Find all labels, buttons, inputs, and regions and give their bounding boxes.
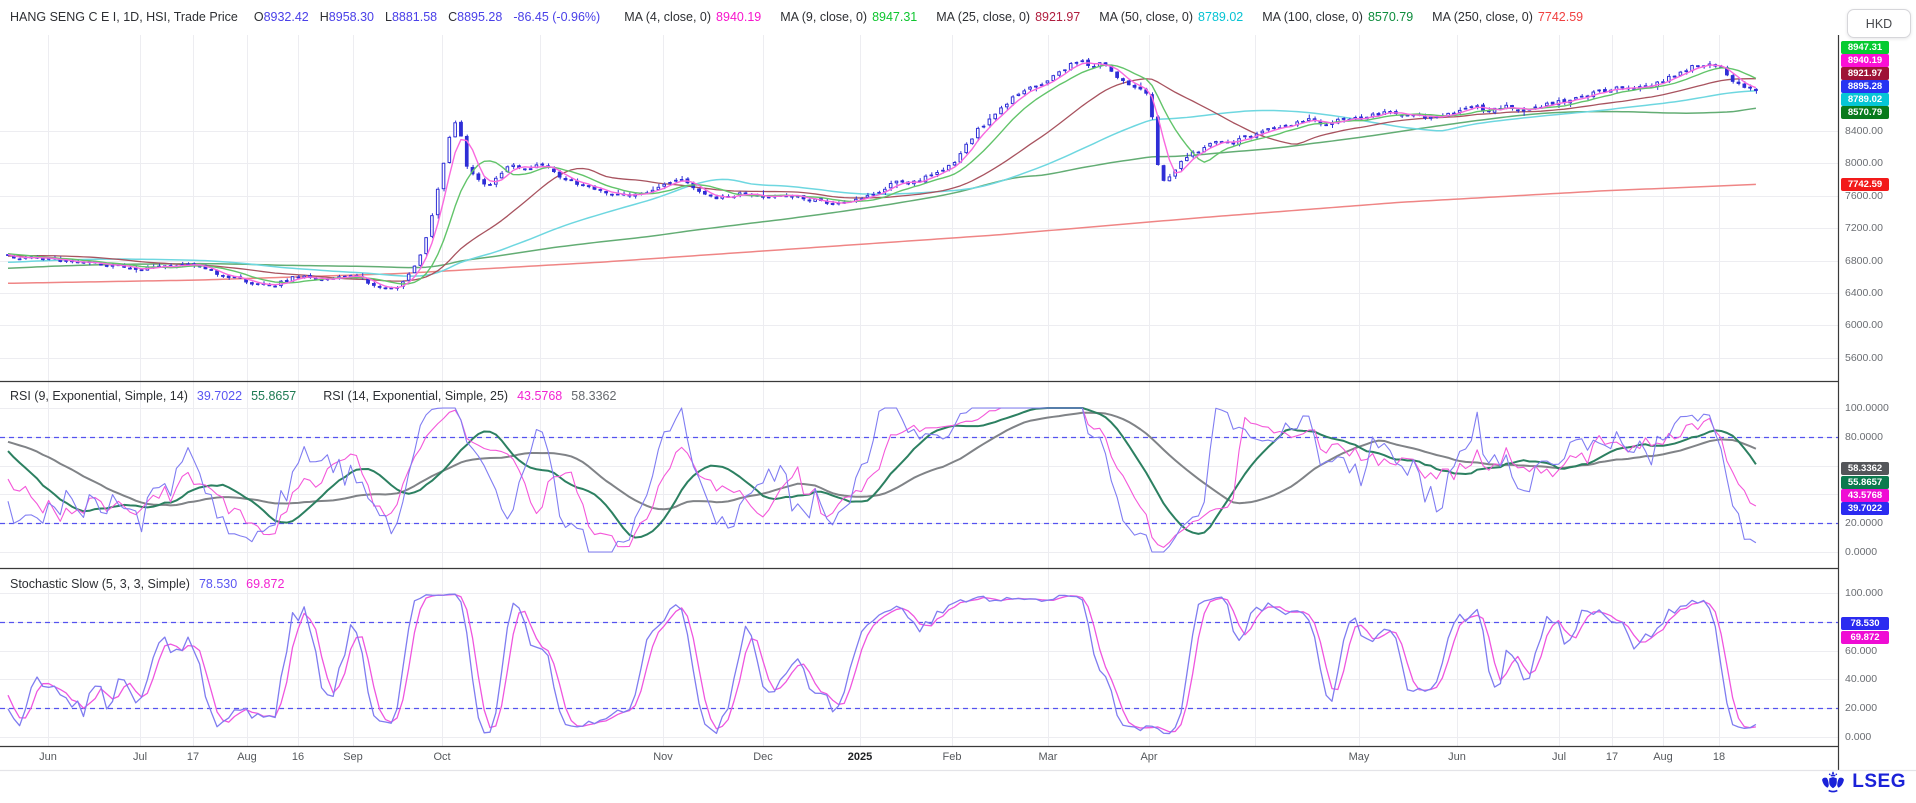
rsi-axis-label: 100.0000 <box>1845 402 1889 414</box>
rsi-axis-label: 20.0000 <box>1845 517 1883 529</box>
rsi-badge: 58.3362 <box>1841 462 1889 475</box>
price-badge: 7742.59 <box>1841 178 1889 191</box>
stochastic-legend[interactable]: Stochastic Slow (5, 3, 3, Simple) 78.530… <box>10 577 293 591</box>
x-axis-label: 18 <box>1713 751 1725 763</box>
price-badge: 8789.02 <box>1841 93 1889 106</box>
stochastic-axis-label: 60.000 <box>1845 645 1877 657</box>
price-axis-label: 5600.00 <box>1845 352 1883 364</box>
x-axis-label: Jun <box>39 751 57 763</box>
rsi9-ma-value: 55.8657 <box>251 389 296 403</box>
chart-application: HANG SENG C E I, 1D, HSI, Trade Price O8… <box>0 0 1916 803</box>
rsi14-ma-value: 58.3362 <box>571 389 616 403</box>
quote-open: O8932.42 <box>254 10 309 24</box>
rsi-legend[interactable]: RSI (9, Exponential, Simple, 14) 39.7022… <box>10 389 625 403</box>
x-axis-label: Nov <box>653 751 673 763</box>
price-axis-label: 7200.00 <box>1845 222 1883 234</box>
price-axis-label: 6000.00 <box>1845 319 1883 331</box>
main-chart-legend[interactable]: HANG SENG C E I, 1D, HSI, Trade Price O8… <box>10 10 1602 24</box>
rsi-badge: 43.5768 <box>1841 489 1889 502</box>
x-axis-label: 16 <box>292 751 304 763</box>
x-axis-label: May <box>1349 751 1370 763</box>
stoch-k-value: 78.530 <box>199 577 237 591</box>
ma-legend-250[interactable]: MA (250, close, 0)7742.59 <box>1432 10 1583 24</box>
rsi-badge: 39.7022 <box>1841 502 1889 515</box>
lseg-logo-text: LSEG <box>1852 771 1906 793</box>
rsi14-value: 43.5768 <box>517 389 562 403</box>
instrument-title: HANG SENG C E I, 1D, HSI, Trade Price <box>10 10 238 24</box>
x-axis-label: Sep <box>343 751 363 763</box>
stoch-label: Stochastic Slow (5, 3, 3, Simple) <box>10 577 190 591</box>
ma-legend-4[interactable]: MA (4, close, 0)8940.19 <box>624 10 761 24</box>
stochastic-axis-label: 0.000 <box>1845 731 1871 743</box>
x-axis-label: 17 <box>187 751 199 763</box>
stochastic-badge: 69.872 <box>1841 631 1889 644</box>
stochastic-axis-label: 40.000 <box>1845 673 1877 685</box>
price-axis-label: 6400.00 <box>1845 287 1883 299</box>
rsi-axis-label: 0.0000 <box>1845 546 1877 558</box>
price-badge: 8940.19 <box>1841 54 1889 67</box>
quote-low: L8881.58 <box>385 10 437 24</box>
rsi-axis-label: 80.0000 <box>1845 431 1883 443</box>
price-axis-label: 6800.00 <box>1845 255 1883 267</box>
price-badge: 8895.28 <box>1841 80 1889 93</box>
stochastic-axis-label: 20.000 <box>1845 702 1877 714</box>
x-axis-label: Oct <box>433 751 450 763</box>
price-axis-label: 8400.00 <box>1845 125 1883 137</box>
price-badge: 8921.97 <box>1841 67 1889 80</box>
ma-legend-100[interactable]: MA (100, close, 0)8570.79 <box>1262 10 1413 24</box>
stoch-d-value: 69.872 <box>246 577 284 591</box>
x-axis-label: Jul <box>1552 751 1566 763</box>
rsi14-label: RSI (14, Exponential, Simple, 25) <box>323 389 508 403</box>
x-axis-label: Jul <box>133 751 147 763</box>
currency-button[interactable]: HKD <box>1847 9 1911 38</box>
stochastic-badge: 78.530 <box>1841 617 1889 630</box>
price-axis-label: 7600.00 <box>1845 190 1883 202</box>
ma-legend-9[interactable]: MA (9, close, 0)8947.31 <box>780 10 917 24</box>
lseg-logo: LSEG <box>1820 769 1906 795</box>
rsi9-value: 39.7022 <box>197 389 242 403</box>
ma-legend-25[interactable]: MA (25, close, 0)8921.97 <box>936 10 1080 24</box>
x-axis-label: Feb <box>943 751 962 763</box>
rsi-badge: 55.8657 <box>1841 476 1889 489</box>
stochastic-axis-label: 100.000 <box>1845 587 1883 599</box>
x-axis-label: 2025 <box>848 751 872 763</box>
quote-change: -86.45 (-0.96%) <box>513 10 600 24</box>
ma-legend-50[interactable]: MA (50, close, 0)8789.02 <box>1099 10 1243 24</box>
x-axis-label: Mar <box>1039 751 1058 763</box>
quote-high: H8958.30 <box>320 10 374 24</box>
price-badge: 8570.79 <box>1841 106 1889 119</box>
price-badge: 8947.31 <box>1841 41 1889 54</box>
x-axis-label: Aug <box>237 751 257 763</box>
x-axis-label: Apr <box>1140 751 1157 763</box>
x-axis-label: Dec <box>753 751 773 763</box>
quote-close: C8895.28 <box>448 10 502 24</box>
x-axis-label: Aug <box>1653 751 1673 763</box>
price-axis-label: 8000.00 <box>1845 157 1883 169</box>
x-axis-label: Jun <box>1448 751 1466 763</box>
x-axis-label: 17 <box>1606 751 1618 763</box>
lseg-crest-icon <box>1820 769 1846 795</box>
rsi9-label: RSI (9, Exponential, Simple, 14) <box>10 389 188 403</box>
